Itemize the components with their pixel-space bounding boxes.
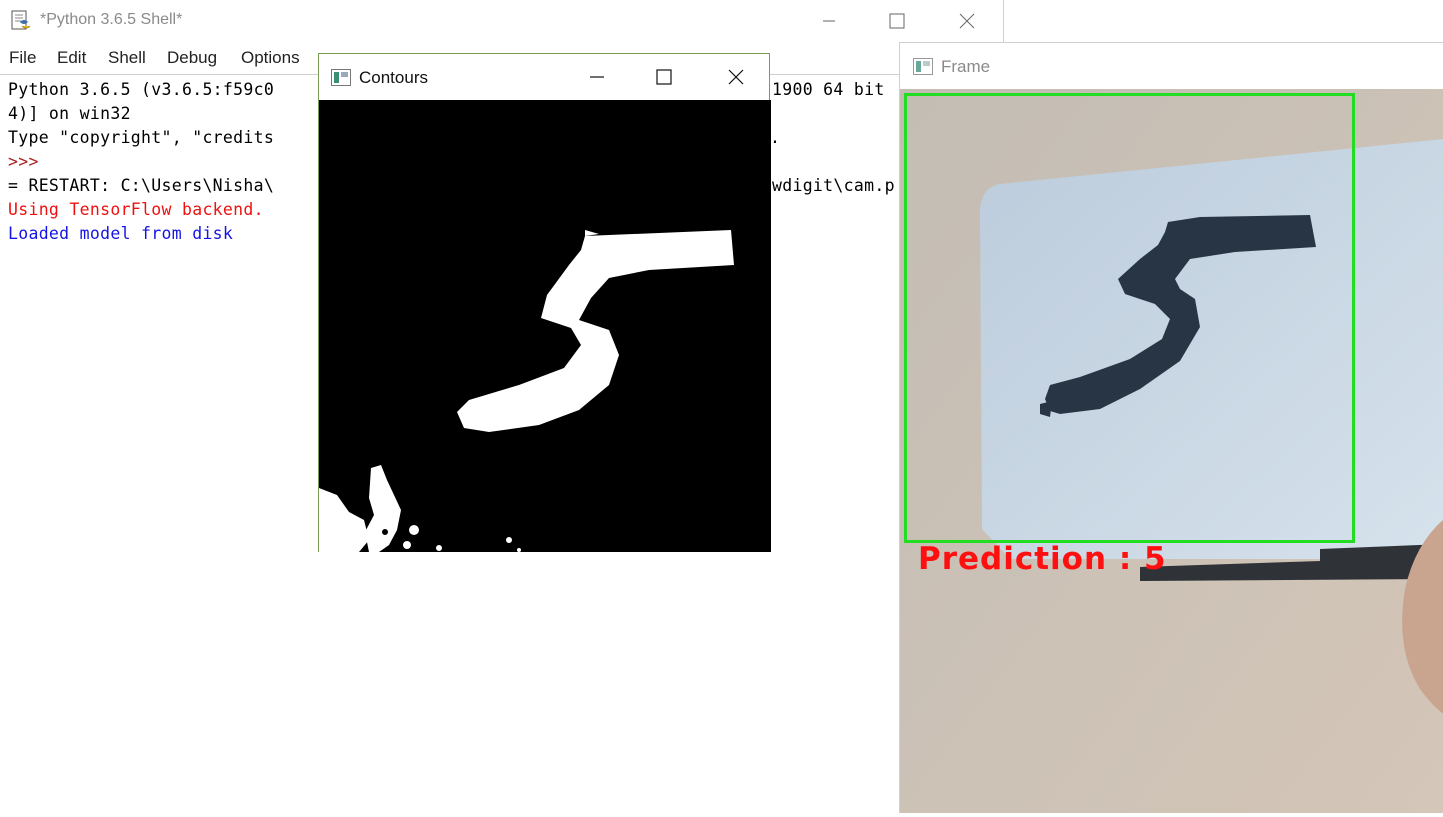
contours-close-button[interactable] xyxy=(713,54,759,100)
menu-shell[interactable]: Shell xyxy=(108,48,146,68)
console-line-tail: 1900 64 bit xyxy=(772,80,885,99)
close-icon xyxy=(959,13,975,29)
menu-edit[interactable]: Edit xyxy=(57,48,86,68)
threshold-image xyxy=(319,100,771,552)
console-line: 4)] on win32 xyxy=(8,104,131,123)
python-idle-icon xyxy=(10,8,32,32)
minimize-icon xyxy=(589,69,605,85)
menu-file[interactable]: File xyxy=(9,48,36,68)
contours-titlebar[interactable]: Contours xyxy=(319,54,769,100)
maximize-icon xyxy=(656,69,672,85)
console-prompt: >>> xyxy=(8,152,39,171)
console-line: Type "copyright", "credits xyxy=(8,128,275,147)
frame-titlebar[interactable]: Frame xyxy=(900,43,1443,89)
console-line-tail: wdigit\cam.p xyxy=(772,176,895,195)
shell-minimize-button[interactable] xyxy=(806,0,852,42)
frame-title: Frame xyxy=(941,57,991,76)
contours-maximize-button[interactable] xyxy=(641,54,687,100)
shell-titlebar[interactable]: *Python 3.6.5 Shell* xyxy=(0,0,1003,42)
console-stdout-line: Loaded model from disk xyxy=(8,224,234,243)
console-stderr-line: Using TensorFlow backend. xyxy=(8,200,264,219)
menu-options[interactable]: Options xyxy=(241,48,300,68)
shell-maximize-button[interactable] xyxy=(874,0,920,42)
opencv-window-icon xyxy=(913,58,933,79)
prediction-label: Prediction : 5 xyxy=(918,541,1167,577)
minimize-icon xyxy=(822,14,836,28)
contours-title: Contours xyxy=(359,68,428,87)
shell-title: *Python 3.6.5 Shell* xyxy=(40,11,183,28)
contours-window: Contours xyxy=(318,53,771,552)
console-line-tail: . xyxy=(770,128,781,147)
shell-close-button[interactable] xyxy=(944,0,990,42)
close-icon xyxy=(728,69,744,85)
console-line: = RESTART: C:\Users\Nisha\ xyxy=(8,176,275,195)
opencv-window-icon xyxy=(331,69,351,90)
console-line: Python 3.6.5 (v3.6.5:f59c0 xyxy=(8,80,275,99)
detection-box xyxy=(904,93,1355,543)
maximize-icon xyxy=(889,13,905,29)
menu-debug[interactable]: Debug xyxy=(167,48,217,68)
contours-minimize-button[interactable] xyxy=(574,54,620,100)
frame-window: Frame Prediction: 5 xyxy=(899,42,1443,813)
